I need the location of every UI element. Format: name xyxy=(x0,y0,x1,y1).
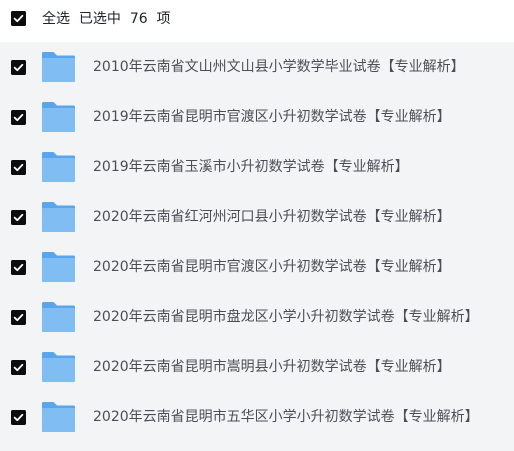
row-checkbox[interactable] xyxy=(11,60,26,75)
folder-icon xyxy=(42,402,75,432)
check-icon xyxy=(11,210,26,225)
file-name[interactable]: 2020年云南省红河州河口县小升初数学试卷【专业解析】 xyxy=(93,207,451,227)
file-name[interactable]: 2020年云南省昆明市官渡区小升初数学试卷【专业解析】 xyxy=(93,257,451,277)
check-icon xyxy=(11,410,26,425)
selected-prefix: 已选中 xyxy=(78,11,121,27)
select-all-label[interactable]: 全选 xyxy=(42,11,70,27)
file-list: 2010年云南省文山州文山县小学数学毕业试卷【专业解析】 2019年云南省昆明市… xyxy=(0,42,514,451)
file-row[interactable]: 2020年云南省红河州河口县小升初数学试卷【专业解析】 xyxy=(0,192,514,242)
folder-icon xyxy=(42,102,75,132)
selected-count: 76 xyxy=(129,11,148,27)
folder-icon xyxy=(42,352,75,382)
select-all-checkbox[interactable] xyxy=(11,11,26,26)
row-checkbox[interactable] xyxy=(11,260,26,275)
folder-icon xyxy=(42,52,75,82)
check-icon xyxy=(11,360,26,375)
check-icon xyxy=(11,260,26,275)
file-row[interactable]: 2020年云南省昆明市五华区小学小升初数学试卷【专业解析】 xyxy=(0,392,514,442)
folder-icon xyxy=(42,152,75,182)
check-icon xyxy=(11,60,26,75)
row-checkbox[interactable] xyxy=(11,360,26,375)
row-checkbox[interactable] xyxy=(11,210,26,225)
selection-header: 全选 已选中 76 项 xyxy=(0,0,514,40)
file-name[interactable]: 2020年云南省昆明市五华区小学小升初数学试卷【专业解析】 xyxy=(93,407,479,427)
row-checkbox[interactable] xyxy=(11,410,26,425)
file-name[interactable]: 2020年云南省昆明市盘龙区小学小升初数学试卷【专业解析】 xyxy=(93,307,479,327)
row-checkbox[interactable] xyxy=(11,310,26,325)
check-icon xyxy=(11,310,26,325)
folder-icon xyxy=(42,202,75,232)
selected-suffix: 项 xyxy=(156,11,171,27)
file-row[interactable]: 2019年云南省玉溪市小升初数学试卷【专业解析】 xyxy=(0,142,514,192)
row-checkbox[interactable] xyxy=(11,110,26,125)
check-icon xyxy=(11,110,26,125)
folder-icon xyxy=(42,302,75,332)
row-checkbox[interactable] xyxy=(11,160,26,175)
check-icon xyxy=(11,160,26,175)
file-name[interactable]: 2020年云南省昆明市嵩明县小升初数学试卷【专业解析】 xyxy=(93,357,451,377)
file-name[interactable]: 2019年云南省玉溪市小升初数学试卷【专业解析】 xyxy=(93,157,409,177)
file-name[interactable]: 2010年云南省文山州文山县小学数学毕业试卷【专业解析】 xyxy=(93,57,465,77)
file-name[interactable]: 2019年云南省昆明市官渡区小升初数学试卷【专业解析】 xyxy=(93,107,451,127)
file-row[interactable]: 2020年云南省昆明市盘龙区小学小升初数学试卷【专业解析】 xyxy=(0,292,514,342)
file-row[interactable]: 2010年云南省文山州文山县小学数学毕业试卷【专业解析】 xyxy=(0,42,514,92)
selection-summary: 全选 已选中 76 项 xyxy=(42,9,171,29)
file-row[interactable]: 2020年云南省昆明市官渡区小升初数学试卷【专业解析】 xyxy=(0,242,514,292)
check-icon xyxy=(11,11,26,26)
file-row[interactable]: 2019年云南省昆明市官渡区小升初数学试卷【专业解析】 xyxy=(0,92,514,142)
folder-icon xyxy=(42,252,75,282)
file-row[interactable]: 2020年云南省昆明市嵩明县小升初数学试卷【专业解析】 xyxy=(0,342,514,392)
